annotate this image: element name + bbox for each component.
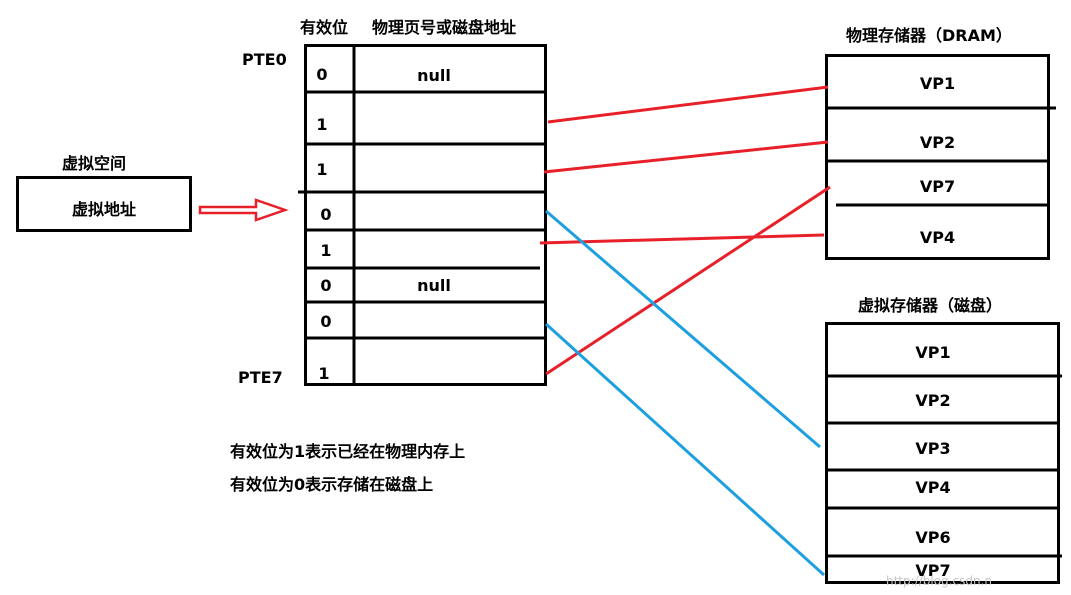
link-pte7-dram-vp7 bbox=[545, 185, 831, 376]
link-pte6-disk-vp7 bbox=[544, 322, 826, 577]
arrow-icon bbox=[198, 198, 289, 222]
diagram-lines bbox=[198, 47, 1062, 577]
link-pte1-dram-vp1 bbox=[547, 85, 829, 124]
link-pte2-dram-vp2 bbox=[543, 140, 829, 174]
link-pte3-disk-vp3 bbox=[545, 209, 821, 449]
